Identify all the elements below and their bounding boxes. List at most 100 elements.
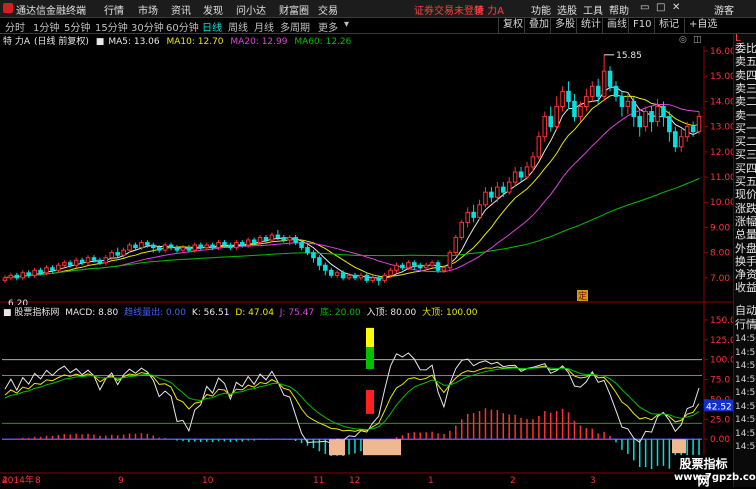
candle-body	[263, 237, 269, 241]
menu-item-market[interactable]: 市场	[138, 2, 158, 17]
kline-chart[interactable]: 16.0015.0014.0013.0012.0011.0010.009.008…	[0, 46, 733, 487]
sidebar-label: 收益	[735, 281, 756, 295]
candle-body	[168, 244, 174, 249]
add-watchlist-button[interactable]: +自选	[684, 18, 721, 33]
tab-daily[interactable]: 日线	[202, 19, 222, 34]
tab-monthly[interactable]: 月线	[254, 19, 274, 34]
menu-item-trade[interactable]: 交易	[318, 2, 338, 17]
tab-multi-period[interactable]: 多周期	[280, 19, 310, 34]
sidebar-label: 卖五	[735, 55, 756, 69]
menu-item-quotes[interactable]: 行情	[104, 2, 124, 17]
menu-item-select-stock[interactable]: 选股	[557, 2, 577, 17]
sidebar-time: 14:56	[735, 374, 756, 385]
menu-item-function[interactable]: 功能	[531, 2, 551, 17]
candle-body	[239, 242, 245, 246]
candle-body	[275, 234, 281, 239]
price-tick-label: 11.00	[710, 173, 733, 183]
candle-body	[512, 171, 518, 183]
price-tick-label: 15.00	[710, 72, 733, 82]
candle-body	[696, 116, 702, 133]
candle-body	[673, 131, 678, 148]
candle-body	[506, 181, 512, 193]
candle-body	[477, 204, 482, 218]
candle-body	[524, 166, 530, 178]
tab-1min[interactable]: 1分钟	[33, 19, 59, 34]
candle-body	[678, 136, 684, 148]
menu-item-wealth[interactable]: 财富圈	[279, 2, 309, 17]
candle-body	[572, 100, 577, 118]
candle-body	[684, 126, 690, 138]
candle-body	[578, 105, 583, 118]
sidebar-label: 外盘	[735, 241, 756, 255]
candle-body	[26, 272, 31, 276]
candle-body	[139, 242, 144, 249]
draw-line-button[interactable]: 画线	[602, 18, 631, 33]
candle-body	[655, 105, 660, 123]
indicator-info-bar: ■ 股票指标网 MACD: 8.80 趋线量出: 0.00 K: 56.51 D…	[3, 305, 478, 318]
settings-icon[interactable]: ◫	[693, 35, 702, 45]
sidebar-time: 14:56	[735, 347, 756, 358]
menu-item-help[interactable]: 帮助	[609, 2, 629, 17]
candle-body	[44, 267, 49, 274]
overlay-button[interactable]: 叠加	[524, 18, 553, 33]
sidebar-label: 现价	[735, 188, 756, 202]
fuquan-button[interactable]: 复权	[498, 18, 527, 33]
menu-item-tools[interactable]: 工具	[583, 2, 603, 17]
candle-body	[174, 247, 180, 251]
candle-body	[269, 234, 275, 241]
candle-body	[245, 239, 251, 246]
maximize-icon[interactable]: □	[656, 2, 665, 13]
candle-body	[435, 262, 441, 271]
candle-body	[50, 267, 55, 271]
ma-line	[4, 104, 700, 279]
quote-sidebar: L 委比 卖五 卖四 卖三 卖二 卖一 买一 买二 买三 买四 买五 现价 涨跌 涨幅 总量 外盘 换手 净资 收益…	[733, 33, 756, 487]
price-tick-label: 13.00	[710, 123, 733, 133]
sidebar-label: 净资	[735, 268, 756, 282]
price-tick-label: 16.00	[710, 47, 733, 57]
candle-body	[566, 90, 571, 102]
candle-body	[690, 126, 696, 133]
tab-60min[interactable]: 60分钟	[166, 19, 199, 34]
menu-item-ask[interactable]: 问小达	[236, 2, 266, 17]
mark-button[interactable]: 标记	[654, 18, 683, 33]
candle-body	[453, 237, 459, 254]
title-bar: 通达信金融终端 行情 市场 资讯 发现 问小达 财富圈 交易 证券交易未登录 特…	[0, 0, 756, 18]
candle-body	[560, 90, 565, 107]
close-icon[interactable]: ✕	[672, 2, 680, 13]
candle-body	[352, 274, 358, 279]
tab-more[interactable]: 更多	[318, 19, 338, 34]
menu-item-discover[interactable]: 发现	[203, 2, 223, 17]
big-top-label: 大顶: 100.00	[422, 308, 478, 318]
sidebar-lower-label: 自动	[735, 304, 756, 317]
candle-body	[8, 274, 14, 279]
expand-icon[interactable]: ◎	[679, 35, 687, 45]
multi-stock-button[interactable]: 多股	[550, 18, 579, 33]
ding-label: 定	[578, 290, 587, 302]
tab-timeshare[interactable]: 分时	[5, 19, 25, 34]
price-tick-label: 12.00	[710, 148, 733, 158]
watermark-url: www.7gpzb.com	[674, 472, 756, 483]
candle-body	[483, 191, 488, 206]
bottom-label: 底: 20.00	[319, 308, 361, 318]
tab-15min[interactable]: 15分钟	[95, 19, 128, 34]
candle-body	[14, 274, 20, 279]
guest-label[interactable]: 游客	[714, 2, 734, 17]
more-chevron-icon[interactable]: ▾	[344, 19, 349, 30]
candle-body	[228, 244, 233, 249]
indicator-name: 股票指标网	[14, 308, 60, 318]
minimize-icon[interactable]: ▭	[640, 2, 649, 13]
tab-30min[interactable]: 30分钟	[131, 19, 164, 34]
tab-weekly[interactable]: 周线	[228, 19, 248, 34]
candle-body	[554, 105, 559, 128]
candle-body	[667, 116, 672, 133]
signal-block	[329, 439, 345, 456]
candle-body	[67, 262, 73, 266]
f10-button[interactable]: F10	[628, 18, 655, 33]
menu-item-news[interactable]: 资讯	[171, 2, 191, 17]
candle-body	[115, 252, 120, 256]
price-tick-label: 7.00	[710, 274, 730, 284]
statistics-button[interactable]: 统计	[576, 18, 605, 33]
sidebar-time: 14:56	[735, 361, 756, 371]
tab-5min[interactable]: 5分钟	[64, 19, 90, 34]
candle-body	[530, 156, 536, 168]
